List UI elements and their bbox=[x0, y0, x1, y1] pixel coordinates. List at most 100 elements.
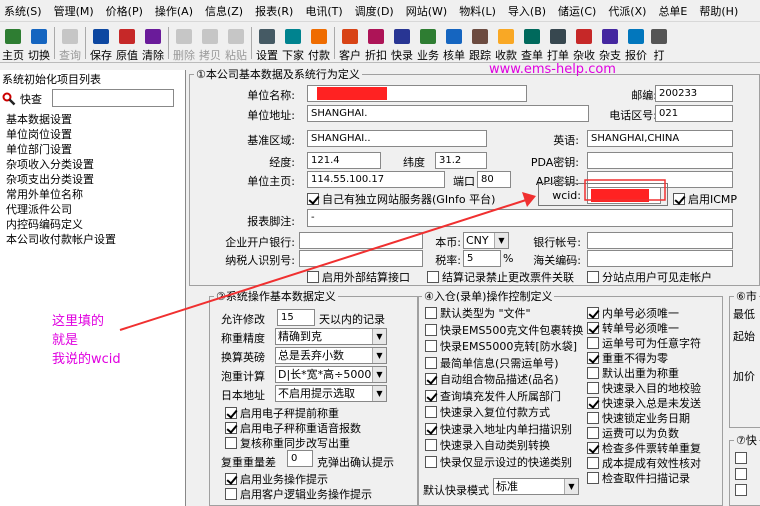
homepage-field[interactable]: 114.55.100.17 bbox=[307, 171, 445, 188]
pda-key-field[interactable] bbox=[587, 152, 733, 169]
option-right-5[interactable]: 快速录入目的地校验 bbox=[587, 380, 701, 396]
option-left-6[interactable]: 快速录入复位付款方式 bbox=[425, 404, 550, 420]
option-check[interactable] bbox=[425, 389, 437, 402]
ext-settle-check[interactable] bbox=[307, 271, 319, 283]
option-check[interactable] bbox=[425, 340, 437, 352]
customs-field[interactable] bbox=[587, 250, 733, 267]
toolbar-quote-button[interactable]: 报价 bbox=[623, 23, 649, 63]
list-item[interactable]: 本公司收付款帐户设置 bbox=[0, 232, 186, 247]
enable-icmp-check[interactable] bbox=[673, 193, 685, 205]
region-field[interactable]: SHANGHAI.. bbox=[307, 130, 487, 147]
menu-item-4[interactable]: 信息(Z) bbox=[201, 3, 247, 19]
menu-item-5[interactable]: 报表(R) bbox=[251, 3, 297, 19]
list-item[interactable]: 基本数据设置 bbox=[0, 112, 186, 127]
ecscale-pre-checkbox[interactable]: 启用电子秤提前称重 bbox=[225, 405, 339, 421]
toolbar-settings-button[interactable]: 设置 bbox=[254, 23, 280, 63]
jp-address-select[interactable]: 不启用提示选取 ▼ bbox=[275, 385, 387, 402]
menu-item-8[interactable]: 网站(W) bbox=[402, 3, 451, 19]
option-check[interactable] bbox=[425, 439, 437, 451]
option-check[interactable] bbox=[587, 412, 599, 424]
option-check[interactable] bbox=[425, 373, 437, 385]
toolbar-print-button[interactable]: 打单 bbox=[545, 23, 571, 63]
option-right-11[interactable]: 检查取件扫描记录 bbox=[587, 470, 690, 486]
allow-modify-field[interactable]: 15 bbox=[277, 309, 315, 326]
toolbar-discount-button[interactable]: 折扣 bbox=[363, 23, 389, 63]
menu-item-7[interactable]: 调度(D) bbox=[351, 3, 398, 19]
list-item[interactable]: 内控码编码定义 bbox=[0, 217, 186, 232]
option-check[interactable] bbox=[587, 352, 599, 364]
menu-item-0[interactable]: 系统(S) bbox=[0, 3, 46, 19]
tax-rate-field[interactable]: 5 bbox=[463, 250, 501, 267]
option-right-8[interactable]: 运费可以为负数 bbox=[587, 425, 679, 441]
toolbar-paste-button[interactable]: 粘贴 bbox=[223, 23, 249, 63]
menu-item-3[interactable]: 操作(A) bbox=[151, 3, 197, 19]
list-item[interactable]: 单位岗位设置 bbox=[0, 127, 186, 142]
toolbar-save-button[interactable]: 保存 bbox=[88, 23, 114, 63]
toolbar-home-button[interactable]: 主页 bbox=[0, 23, 26, 63]
option-check[interactable] bbox=[425, 307, 437, 319]
option-right-9[interactable]: 检查多件票转单重复 bbox=[587, 440, 701, 456]
ecscale-voice-checkbox[interactable]: 启用电子秤称重语音报数 bbox=[225, 420, 361, 436]
option-check[interactable] bbox=[425, 323, 437, 336]
option-check[interactable] bbox=[587, 322, 599, 334]
toolbar-next-party-button[interactable]: 下家 bbox=[280, 23, 306, 63]
menu-item-6[interactable]: 电讯(T) bbox=[301, 3, 346, 19]
toolbar-print2-button[interactable]: 打 bbox=[649, 23, 669, 63]
toolbar-delete-button[interactable]: 删除 bbox=[171, 23, 197, 63]
port-field[interactable]: 80 bbox=[477, 171, 511, 188]
option-left-4[interactable]: 自动组合物品描述(品名) bbox=[425, 371, 559, 387]
toolbar-original-value-button[interactable]: 原值 bbox=[114, 23, 140, 63]
menu-item-11[interactable]: 储运(C) bbox=[554, 3, 600, 19]
toolbar-copy-button[interactable]: 拷贝 bbox=[197, 23, 223, 63]
option-left-5[interactable]: 查询填充发件人所属部门 bbox=[425, 388, 561, 404]
toolbar-customer-button[interactable]: 客户 bbox=[337, 23, 363, 63]
toolbar-business-button[interactable]: 业务 bbox=[415, 23, 441, 63]
volume-select[interactable]: D|长*宽*高÷5000 ▼ bbox=[275, 366, 387, 383]
taxpayer-field[interactable] bbox=[299, 250, 423, 267]
menu-item-9[interactable]: 物料(L) bbox=[455, 3, 500, 19]
option-right-1[interactable]: 转单号必须唯一 bbox=[587, 320, 679, 336]
option-right-0[interactable]: 内单号必须唯一 bbox=[587, 305, 679, 321]
option-check[interactable] bbox=[587, 397, 599, 409]
address-field[interactable]: SHANGHAI. bbox=[307, 105, 589, 122]
report-footer-field[interactable]: - bbox=[307, 209, 733, 227]
toolbar-receipt-button[interactable]: 收款 bbox=[493, 23, 519, 63]
option-right-7[interactable]: 快速锁定业务日期 bbox=[587, 410, 690, 426]
ecscale-voice-check[interactable] bbox=[225, 422, 237, 434]
toolbar-payment-button[interactable]: 付款 bbox=[306, 23, 332, 63]
branch-visible-checkbox[interactable]: 分站点用户可见走帐户 bbox=[587, 269, 712, 285]
option-check[interactable] bbox=[587, 472, 599, 484]
recheck-diff-field[interactable]: 0 bbox=[287, 450, 313, 467]
option-right-6[interactable]: 快速录入总是未发送 bbox=[587, 395, 701, 411]
english-field[interactable]: SHANGHAI,CHINA bbox=[587, 130, 733, 147]
list-item[interactable]: 常用外单位名称 bbox=[0, 187, 186, 202]
option-left-2[interactable]: 快录EMS5000克转[防水袋] bbox=[425, 338, 577, 354]
option-left-9[interactable]: 快录仅显示设过的快递类别 bbox=[425, 454, 572, 470]
section7-check-1[interactable] bbox=[735, 452, 750, 464]
toolbar-misc-expense-button[interactable]: 杂支 bbox=[597, 23, 623, 63]
toolbar-tracking-button[interactable]: 跟踪 bbox=[467, 23, 493, 63]
menu-item-13[interactable]: 总单E bbox=[654, 3, 691, 19]
option-check[interactable] bbox=[425, 422, 437, 435]
option-left-8[interactable]: 快速录入自动类别转换 bbox=[425, 437, 550, 453]
default-mode-select[interactable]: 标准 ▼ bbox=[493, 478, 579, 495]
settle-forbid-check[interactable] bbox=[427, 271, 439, 283]
quick-search-input[interactable] bbox=[52, 89, 174, 107]
toolbar-verify-button[interactable]: 核单 bbox=[441, 23, 467, 63]
option-right-10[interactable]: 成本提成有效性核对 bbox=[587, 455, 701, 471]
section7-check-1-box[interactable] bbox=[735, 452, 747, 464]
menu-item-12[interactable]: 代派(X) bbox=[604, 3, 650, 19]
toolbar-clear-button[interactable]: 清除 bbox=[140, 23, 166, 63]
option-left-0[interactable]: 默认类型为 "文件" bbox=[425, 305, 531, 321]
list-item[interactable]: 单位部门设置 bbox=[0, 142, 186, 157]
option-check[interactable] bbox=[587, 442, 599, 454]
option-check[interactable] bbox=[587, 337, 599, 349]
option-right-3[interactable]: 重重不得为零 bbox=[587, 350, 668, 366]
weight-precision-select[interactable]: 精确到克 ▼ bbox=[275, 328, 387, 345]
longitude-field[interactable]: 121.4 bbox=[307, 152, 381, 169]
option-check[interactable] bbox=[587, 367, 599, 379]
enable-icmp-checkbox[interactable]: 启用ICMP bbox=[673, 191, 737, 207]
menu-item-2[interactable]: 价格(P) bbox=[102, 3, 147, 19]
toolbar-check-order-button[interactable]: 查单 bbox=[519, 23, 545, 63]
toolbar-quick-entry-button[interactable]: 快录 bbox=[389, 23, 415, 63]
